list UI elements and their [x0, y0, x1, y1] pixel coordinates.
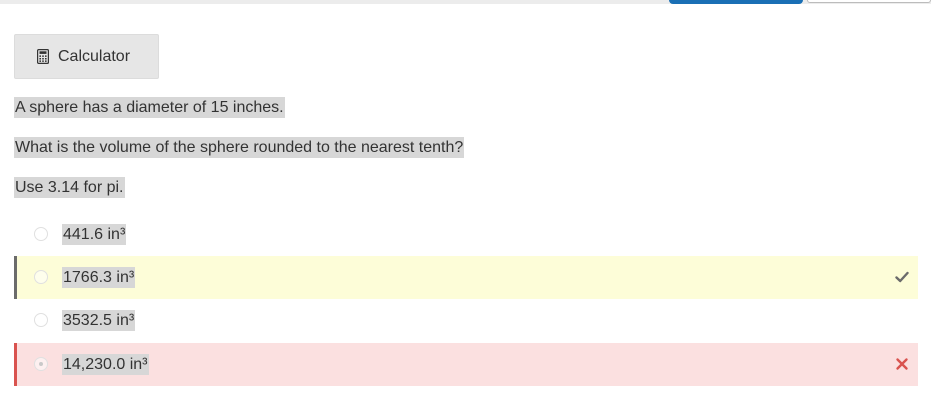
answer-choice-3[interactable]: 3532.5 in³	[14, 299, 918, 342]
answer-choice-4[interactable]: 14,230.0 in³	[14, 343, 918, 386]
top-primary-button[interactable]	[669, 0, 803, 4]
choice-label: 3532.5 in³	[62, 310, 136, 331]
radio-button[interactable]	[34, 227, 48, 241]
radio-button[interactable]	[34, 270, 48, 284]
top-secondary-button[interactable]	[807, 0, 931, 3]
question-line-1: A sphere has a diameter of 15 inches.	[14, 97, 285, 118]
question-line-3: Use 3.14 for pi.	[14, 177, 125, 198]
calculator-label: Calculator	[58, 47, 131, 65]
calculator-button[interactable]: Calculator	[14, 34, 159, 79]
choice-label: 441.6 in³	[62, 224, 127, 245]
calculator-icon	[37, 49, 49, 64]
question-line-2: What is the volume of the sphere rounded…	[14, 137, 465, 158]
radio-button-selected[interactable]	[34, 357, 48, 371]
radio-button[interactable]	[34, 313, 48, 327]
answer-choice-2[interactable]: 1766.3 in³	[14, 256, 918, 299]
choice-label: 14,230.0 in³	[62, 354, 149, 375]
x-mark-icon	[896, 358, 908, 370]
checkmark-icon	[895, 271, 909, 283]
answer-choice-1[interactable]: 441.6 in³	[14, 213, 918, 256]
choice-label: 1766.3 in³	[62, 267, 136, 288]
